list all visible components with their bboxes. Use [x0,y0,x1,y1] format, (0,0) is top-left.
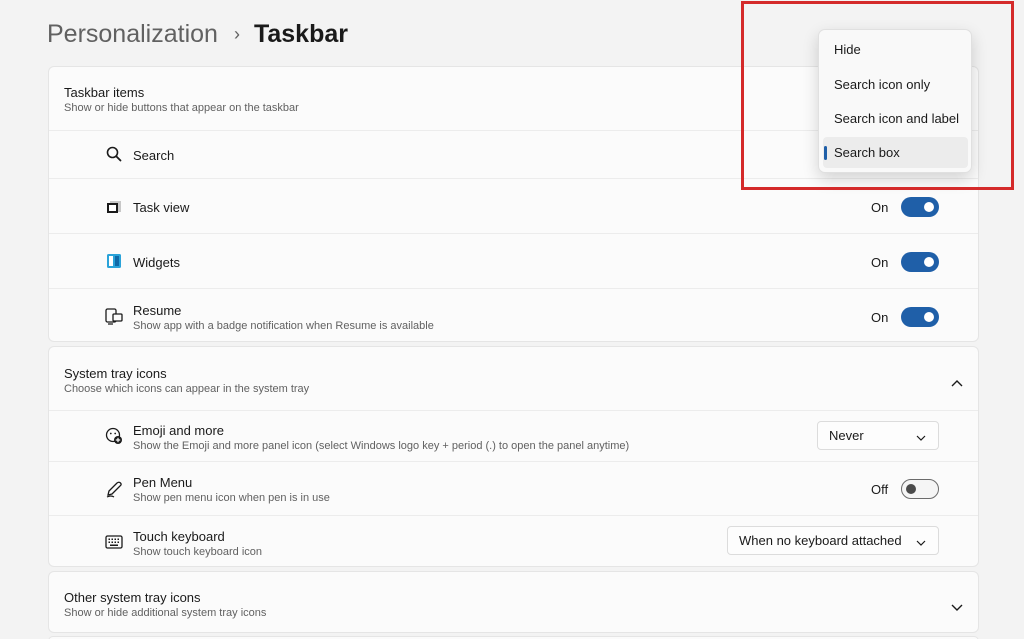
task-view-icon [105,198,123,216]
widgets-state: On [871,255,889,270]
resume-state: On [871,310,889,325]
pen-menu-subtitle: Show pen menu icon when pen is in use [133,492,330,504]
touch-keyboard-label: Touch keyboard [133,529,225,544]
touch-keyboard-subtitle: Show touch keyboard icon [133,546,263,558]
task-view-state: On [871,200,889,215]
system-tray-card: System tray icons Choose which icons can… [48,346,979,567]
chevron-right-icon: › [233,23,240,44]
system-tray-header[interactable]: System tray icons Choose which icons can… [49,347,978,410]
resume-toggle[interactable] [901,307,939,327]
touch-keyboard-dropdown[interactable]: When no keyboard attached [727,526,939,555]
emoji-icon [105,427,123,445]
chevron-down-icon[interactable] [951,599,963,617]
section-title: Taskbar items [64,85,145,100]
tray-item-touch-keyboard: Touch keyboard Show touch keyboard icon … [49,515,978,566]
chevron-up-icon[interactable] [951,374,963,392]
pen-menu-state: Off [871,482,889,497]
breadcrumb-personalization[interactable]: Personalization [47,20,218,49]
page-title: Taskbar [253,19,348,48]
emoji-dropdown-value: Never [829,428,864,443]
emoji-dropdown[interactable]: Never [817,421,939,450]
widgets-label: Widgets [133,255,180,270]
section-subtitle: Show or hide additional system tray icon… [64,607,267,619]
resume-label: Resume [133,303,182,318]
section-subtitle: Show or hide buttons that appear on the … [64,102,299,114]
breadcrumb: Personalization › Taskbar [47,14,348,54]
resume-icon [105,307,123,325]
emoji-label: Emoji and more [133,423,225,438]
tray-item-pen-menu: Pen Menu Show pen menu icon when pen is … [49,461,978,515]
pen-menu-label: Pen Menu [133,475,193,490]
taskbar-item-widgets: Widgets On [49,233,978,288]
touch-keyboard-dropdown-value: When no keyboard attached [739,533,902,548]
tray-item-emoji: Emoji and more Show the Emoji and more p… [49,410,978,461]
widgets-icon [105,252,123,270]
keyboard-icon [105,533,123,551]
chevron-down-icon [916,430,926,445]
pen-menu-toggle[interactable] [901,479,939,499]
other-tray-card[interactable]: Other system tray icons Show or hide add… [48,571,979,633]
search-label: Search [133,148,175,163]
section-title: System tray icons [64,366,167,381]
task-view-label: Task view [133,200,190,215]
widgets-toggle[interactable] [901,252,939,272]
taskbar-item-resume: Resume Show app with a badge notificatio… [49,288,978,341]
section-subtitle: Choose which icons can appear in the sys… [64,383,310,395]
emoji-subtitle: Show the Emoji and more panel icon (sele… [133,440,630,452]
task-view-toggle[interactable] [901,197,939,217]
annotation-highlight-box [741,1,1014,190]
pen-icon [105,480,123,498]
search-icon [105,145,123,163]
chevron-down-icon [916,535,926,550]
section-title: Other system tray icons [64,590,201,605]
resume-subtitle: Show app with a badge notification when … [133,320,434,332]
